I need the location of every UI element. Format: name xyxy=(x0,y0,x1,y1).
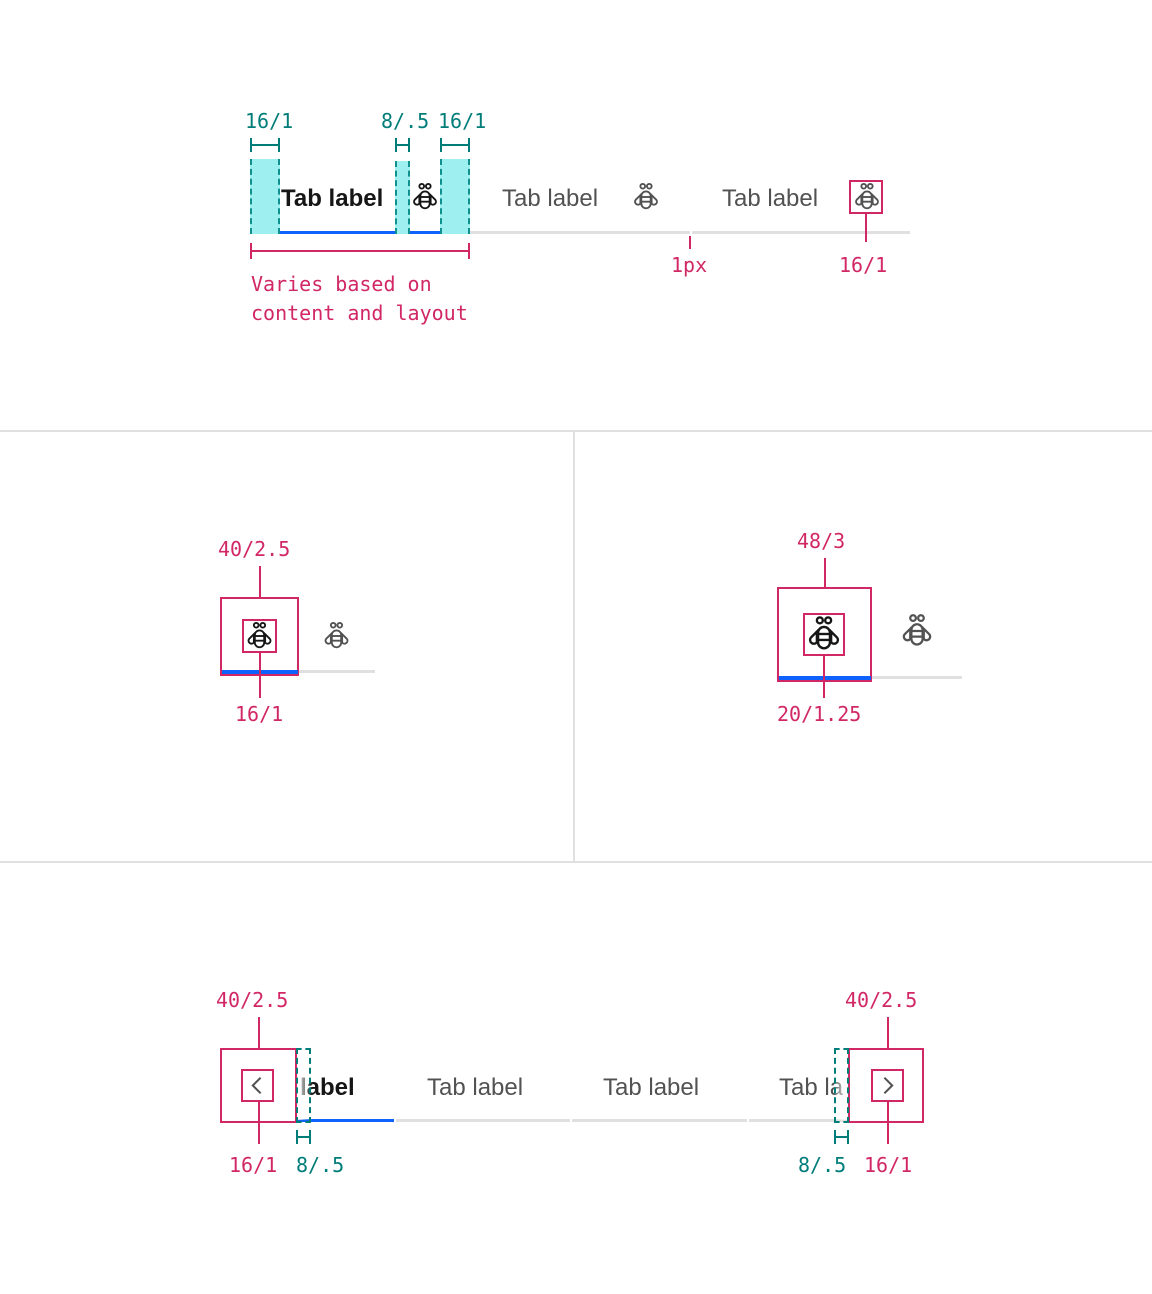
icon-size-leader xyxy=(865,214,867,242)
tab-label: Tab label xyxy=(722,185,819,212)
spacing-label-right-padding: 16/1 xyxy=(438,109,487,133)
gap-bracket-right xyxy=(834,1130,849,1144)
gap-label-right: 8/.5 xyxy=(798,1153,847,1177)
gap-bracket-left xyxy=(296,1130,311,1144)
button-leader xyxy=(887,1017,889,1049)
button-size-label: 40/2.5 xyxy=(216,988,289,1012)
icon-size-label: 20/1.25 xyxy=(777,702,862,726)
tab-border xyxy=(470,231,690,234)
icon-size-box xyxy=(849,180,883,214)
container-size-label: 48/3 xyxy=(797,529,846,553)
gap-label-left: 8/.5 xyxy=(296,1153,345,1177)
tab-unselected[interactable]: Tab label xyxy=(572,1048,747,1123)
container-leader xyxy=(824,558,826,588)
spacing-label-left-padding: 16/1 xyxy=(245,109,294,133)
bee-icon xyxy=(243,621,276,651)
chevron-left-icon xyxy=(245,1073,270,1098)
tab-label: Tab label xyxy=(427,1074,524,1101)
icon-size-label: 16/1 xyxy=(864,1153,913,1177)
spacing-bracket-right xyxy=(440,138,470,152)
button-leader xyxy=(258,1017,260,1049)
bee-icon xyxy=(408,182,442,212)
tab-border xyxy=(299,670,375,673)
container-size-label: 40/2.5 xyxy=(218,537,291,561)
container-leader xyxy=(259,566,261,598)
spacing-bracket-left xyxy=(250,138,280,152)
tab-unselected[interactable]: Tab label xyxy=(470,159,690,231)
tab-selected[interactable]: Tab label xyxy=(250,159,470,234)
tab-border xyxy=(692,231,910,234)
icon-leader xyxy=(887,1102,889,1144)
bee-icon xyxy=(629,182,663,212)
icon-leader xyxy=(823,656,825,698)
chevron-right-icon xyxy=(875,1073,900,1098)
gap-highlight-right xyxy=(834,1048,849,1123)
section-divider xyxy=(0,861,1152,863)
tab-unselected[interactable]: Tab label xyxy=(396,1048,570,1123)
section-divider xyxy=(573,430,575,862)
selected-underline xyxy=(410,231,440,234)
bee-icon xyxy=(804,615,844,653)
tab-label: Tab label xyxy=(603,1074,700,1101)
icon-leader xyxy=(259,653,261,698)
tab-border xyxy=(572,1119,747,1122)
bee-icon[interactable] xyxy=(897,613,937,649)
icon-size-label: 16/1 xyxy=(839,253,888,277)
tab-border xyxy=(396,1119,570,1122)
icon-size-label: 16/1 xyxy=(229,1153,278,1177)
section-divider xyxy=(0,430,1152,432)
spacing-bracket-gap xyxy=(395,138,410,152)
border-width-label: 1px xyxy=(671,253,708,277)
border-leader xyxy=(689,236,691,249)
icon-size-label: 16/1 xyxy=(235,702,284,726)
spacing-label-icon-gap: 8/.5 xyxy=(381,109,430,133)
tab-border xyxy=(872,676,962,679)
button-size-label: 40/2.5 xyxy=(845,988,918,1012)
gap-highlight-left xyxy=(296,1048,311,1123)
tab-label: Tab label xyxy=(502,185,599,212)
width-note: Varies based on content and layout xyxy=(251,272,468,325)
tab-label: Tab label xyxy=(281,185,384,212)
icon-leader xyxy=(258,1102,260,1144)
bee-icon[interactable] xyxy=(320,621,353,651)
selected-underline xyxy=(779,676,871,680)
width-bracket xyxy=(250,243,470,259)
selected-underline xyxy=(280,231,395,234)
